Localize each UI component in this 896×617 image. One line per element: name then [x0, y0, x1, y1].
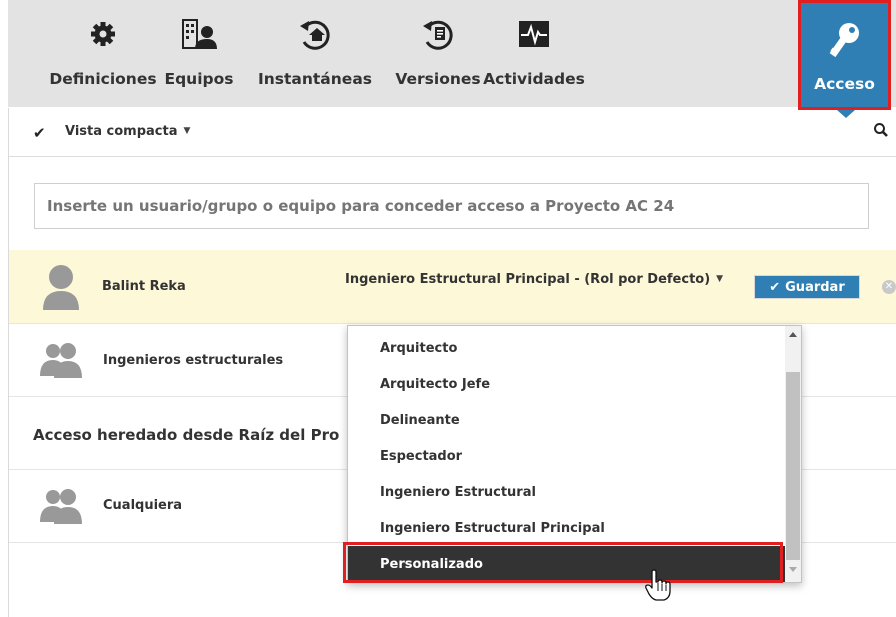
role-option-selected[interactable]: Personalizado: [348, 546, 785, 582]
toolbar-label: Acceso: [814, 75, 875, 93]
key-icon: [801, 21, 888, 59]
save-button-label: Guardar: [785, 279, 845, 295]
gear-icon: [32, 16, 174, 52]
hand-cursor-icon: [645, 569, 671, 605]
toolbar-label: Definiciones: [49, 70, 157, 88]
view-mode-label: Vista compacta: [65, 124, 178, 139]
activity-icon: [482, 16, 586, 52]
group-avatar-icon: [39, 488, 83, 528]
toolbar-label: Equipos: [164, 70, 234, 88]
role-option-label: Espectador: [380, 449, 463, 464]
chevron-down-icon: ▼: [716, 274, 724, 284]
role-option[interactable]: Arquitecto: [348, 330, 785, 366]
member-name: Balint Reka: [102, 279, 186, 294]
role-option-label: Delineante: [380, 413, 460, 428]
role-option-label: Personalizado: [380, 557, 483, 572]
toolbar-label: Actividades: [483, 70, 585, 88]
role-option[interactable]: Ingeniero Estructural Principal: [348, 510, 785, 546]
toolbar-instantaneas[interactable]: Instantáneas: [240, 0, 390, 107]
role-option-label: Ingeniero Estructural: [380, 485, 536, 500]
toolbar-equipos[interactable]: Equipos: [158, 0, 240, 107]
member-name: Cualquiera: [103, 498, 183, 513]
scroll-up-icon[interactable]: [789, 332, 797, 337]
toolbar-label: Instantáneas: [257, 70, 373, 88]
view-mode-dropdown[interactable]: Vista compacta ▼: [65, 124, 190, 139]
building-user-icon: [158, 16, 240, 52]
role-dropdown-list[interactable]: Arquitecto Arquitecto Jefe Delineante Es…: [347, 325, 802, 583]
filter-bar: ✔ Vista compacta ▼: [9, 108, 896, 157]
role-selector[interactable]: Ingeniero Estructural Principal - (Rol p…: [345, 272, 723, 287]
role-option-label: Ingeniero Estructural Principal: [380, 521, 605, 536]
chevron-down-icon: ▼: [183, 126, 191, 136]
group-avatar-icon: [39, 342, 83, 382]
toolbar-actividades[interactable]: Actividades: [482, 0, 586, 107]
version-icon: [386, 16, 490, 52]
toolbar: Definiciones Equipos Instantáneas Versio…: [8, 0, 896, 107]
save-button[interactable]: ✔ Guardar: [754, 275, 860, 299]
role-selector-label: Ingeniero Estructural Principal - (Rol p…: [345, 272, 711, 287]
dropdown-scrollbar[interactable]: [785, 326, 801, 582]
role-option-label: Arquitecto: [380, 341, 458, 356]
toolbar-versiones[interactable]: Versiones: [386, 0, 490, 107]
role-option[interactable]: Delineante: [348, 402, 785, 438]
check-icon: ✔: [769, 279, 781, 295]
toolbar-acceso[interactable]: Acceso: [798, 0, 891, 110]
role-option[interactable]: Arquitecto Jefe: [348, 366, 785, 402]
role-option[interactable]: Ingeniero Estructural: [348, 474, 785, 510]
role-option-label: Arquitecto Jefe: [380, 377, 491, 392]
user-search-input[interactable]: [34, 183, 869, 229]
member-name: Ingenieros estructurales: [103, 353, 284, 368]
scrollbar-thumb[interactable]: [786, 372, 800, 560]
member-row: Balint Reka Ingeniero Estructural Princi…: [9, 250, 896, 324]
snapshot-icon: [240, 16, 390, 52]
scroll-down-icon[interactable]: [789, 567, 797, 572]
toolbar-definiciones[interactable]: Definiciones: [32, 0, 174, 107]
role-option[interactable]: Espectador: [348, 438, 785, 474]
check-icon: ✔: [33, 124, 46, 142]
toolbar-label: Versiones: [395, 70, 481, 88]
search-icon[interactable]: [873, 122, 889, 142]
user-avatar-icon: [41, 264, 81, 314]
close-icon[interactable]: ✕: [882, 280, 896, 294]
inherited-access-label: Acceso heredado desde Raíz del Pro: [33, 426, 340, 444]
